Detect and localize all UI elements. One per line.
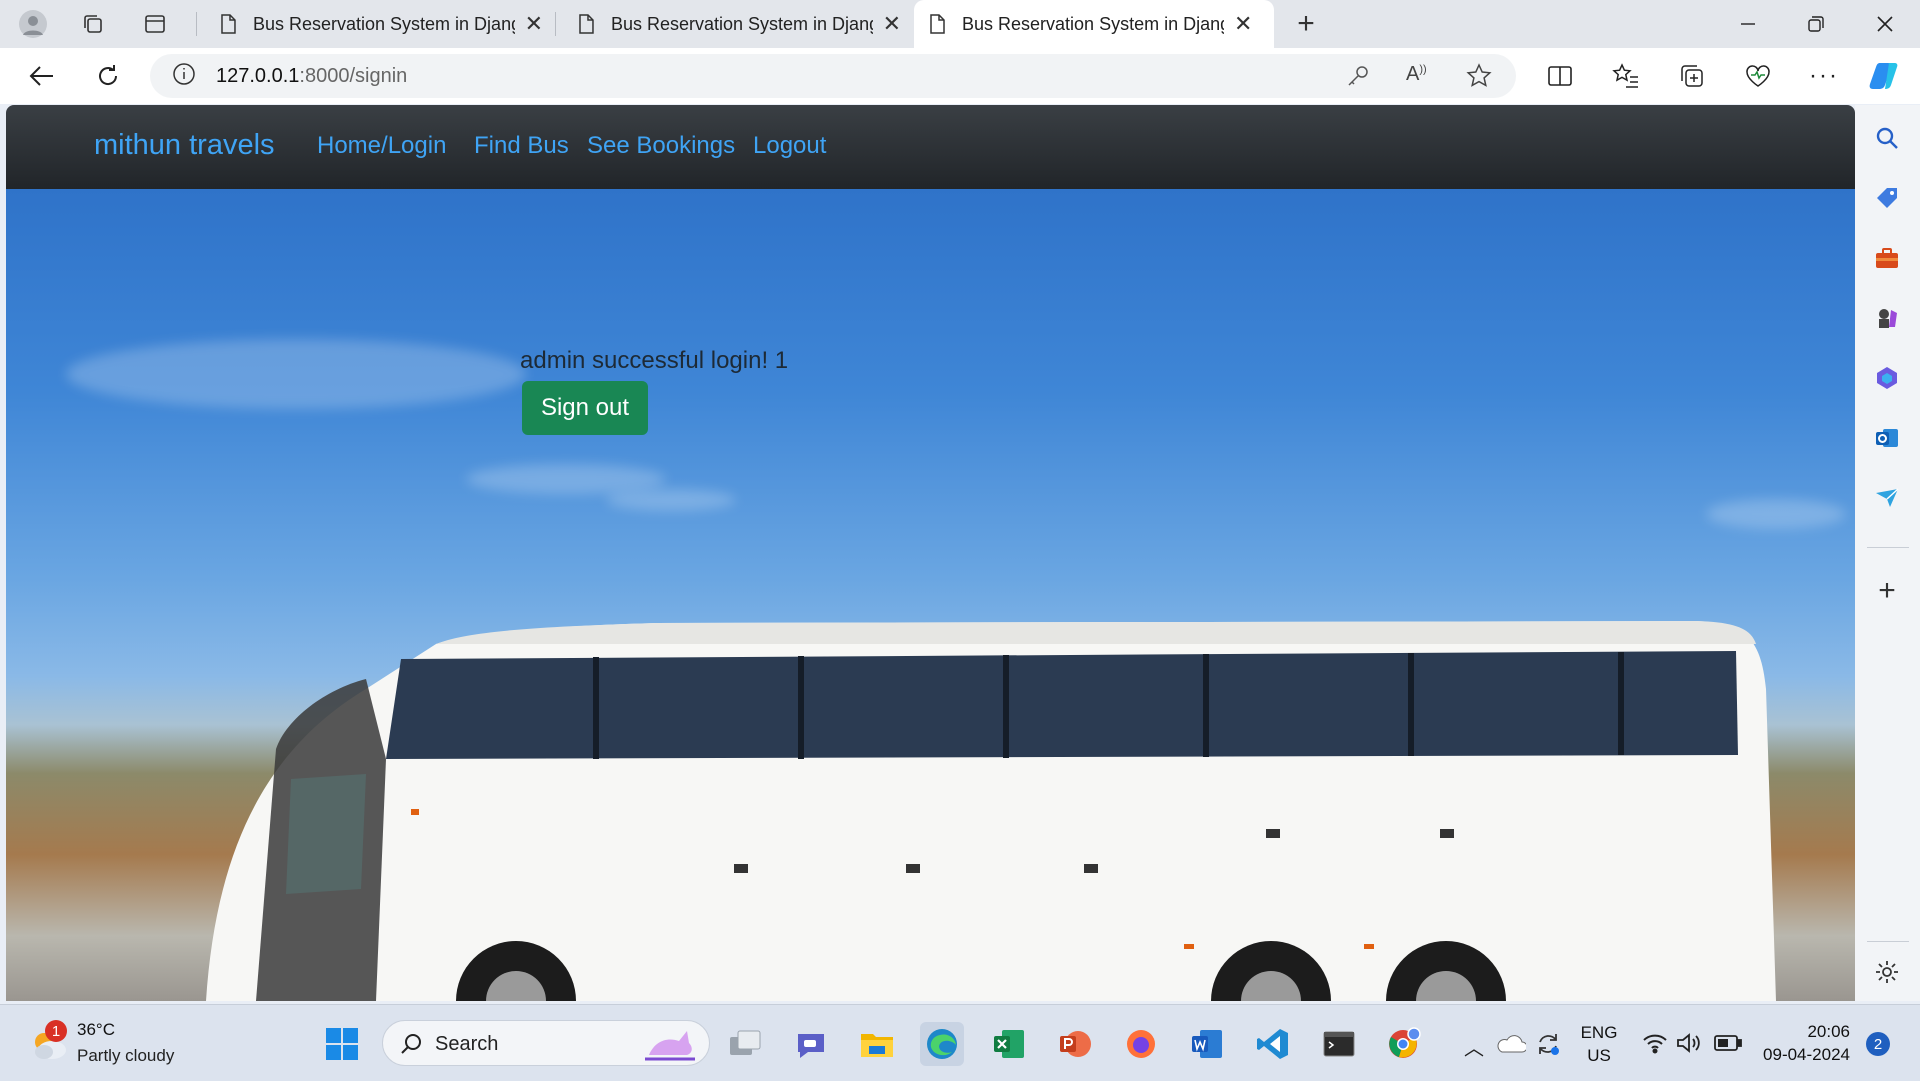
windows-start-icon[interactable]: [320, 1022, 364, 1066]
profile-avatar-icon[interactable]: [17, 8, 49, 40]
login-success-message: admin successful login! 1: [520, 347, 789, 374]
favorites-icon[interactable]: [1608, 58, 1644, 94]
password-key-icon[interactable]: [1346, 64, 1370, 93]
favorite-star-icon[interactable]: [1466, 63, 1492, 94]
battery-icon[interactable]: [1714, 1034, 1742, 1057]
weather-alert-badge: 1: [45, 1020, 67, 1042]
url-path: :8000/signin: [299, 64, 408, 87]
wifi-icon[interactable]: [1642, 1032, 1668, 1059]
terminal-icon[interactable]: [1317, 1022, 1361, 1066]
address-bar[interactable]: 127.0.0.1:8000/signin A)): [150, 54, 1516, 98]
volume-speaker-icon[interactable]: [1676, 1032, 1702, 1059]
tab-title: Bus Reservation System in Django: [610, 13, 873, 34]
browser-tab-1[interactable]: Bus Reservation System in Django ✕: [205, 0, 555, 48]
microsoft-365-icon[interactable]: [1871, 362, 1903, 394]
nav-link-see-bookings[interactable]: See Bookings: [587, 132, 735, 160]
weather-description[interactable]: Partly cloudy: [77, 1046, 174, 1066]
word-icon[interactable]: [1185, 1022, 1229, 1066]
excel-icon[interactable]: [987, 1022, 1031, 1066]
sign-out-button[interactable]: Sign out: [522, 381, 648, 435]
search-highlight-unicorn-icon: [641, 1025, 701, 1068]
split-screen-icon[interactable]: [1542, 58, 1578, 94]
language-indicator-top[interactable]: ENG: [1576, 1023, 1622, 1043]
sidebar-settings-gear-icon[interactable]: [1871, 956, 1903, 988]
file-explorer-icon[interactable]: [855, 1022, 899, 1066]
edge-browser-icon[interactable]: [920, 1022, 964, 1066]
task-view-icon[interactable]: [723, 1022, 767, 1066]
tab-title: Bus Reservation System in Django: [252, 13, 515, 34]
teams-chat-icon[interactable]: [789, 1022, 833, 1066]
browser-tab-3-active[interactable]: Bus Reservation System in Django ✕: [914, 0, 1274, 48]
games-chess-icon[interactable]: [1871, 302, 1903, 334]
sidebar-divider: [1867, 547, 1909, 548]
back-arrow-icon[interactable]: [24, 58, 60, 94]
page-icon: [579, 14, 594, 34]
show-hidden-icons-chevron-up-icon[interactable]: ︿: [1464, 1032, 1484, 1061]
refresh-icon[interactable]: [90, 58, 126, 94]
close-tab-icon[interactable]: ✕: [1234, 11, 1252, 37]
shopping-tag-icon[interactable]: [1871, 182, 1903, 214]
taskbar-search-label: Search: [435, 1033, 499, 1055]
page-icon: [221, 14, 236, 34]
send-telegram-icon[interactable]: [1871, 482, 1903, 514]
tab-title: Bus Reservation System in Django: [962, 13, 1224, 34]
vertical-tabs-icon[interactable]: [139, 8, 171, 40]
new-tab-icon[interactable]: +: [1290, 7, 1322, 40]
clock-time[interactable]: 20:06: [1750, 1022, 1850, 1042]
search-icon[interactable]: [1871, 122, 1903, 154]
nav-link-find-bus[interactable]: Find Bus: [474, 132, 569, 160]
browser-tab-strip: Bus Reservation System in Django ✕ Bus R…: [0, 0, 1920, 48]
close-tab-icon[interactable]: ✕: [525, 11, 543, 37]
onedrive-cloud-icon[interactable]: [1496, 1034, 1528, 1059]
web-page: mithun travels Home/Login Find Bus See B…: [6, 105, 1855, 1001]
edge-sidebar: +: [1855, 105, 1920, 1001]
weather-temperature[interactable]: 36°C: [77, 1020, 115, 1040]
powerpoint-icon[interactable]: [1053, 1022, 1097, 1066]
vscode-icon[interactable]: [1251, 1022, 1295, 1066]
workspaces-icon[interactable]: [77, 8, 109, 40]
restore-icon[interactable]: [1781, 0, 1851, 48]
taskbar-search-box[interactable]: Search: [382, 1020, 710, 1066]
chrome-icon[interactable]: [1383, 1022, 1427, 1066]
clock-date[interactable]: 09-04-2024: [1746, 1045, 1850, 1065]
close-window-icon[interactable]: [1850, 0, 1920, 48]
nav-link-home-login[interactable]: Home/Login: [317, 132, 446, 160]
read-aloud-icon[interactable]: A)): [1406, 63, 1427, 86]
collections-icon[interactable]: [1674, 58, 1710, 94]
search-icon: [399, 1032, 423, 1061]
site-info-icon[interactable]: [172, 62, 196, 91]
tab-separator: [196, 12, 197, 36]
navbar: mithun travels Home/Login Find Bus See B…: [6, 105, 1855, 189]
add-sidebar-app-icon[interactable]: +: [1871, 574, 1903, 607]
browser-toolbar: 127.0.0.1:8000/signin A)) ···: [0, 48, 1920, 104]
firefox-icon[interactable]: [1119, 1022, 1163, 1066]
close-tab-icon[interactable]: ✕: [883, 11, 901, 37]
navbar-brand[interactable]: mithun travels: [94, 129, 275, 162]
browser-tab-2[interactable]: Bus Reservation System in Django ✕: [563, 0, 913, 48]
notification-count-badge[interactable]: 2: [1866, 1032, 1890, 1056]
minimize-icon[interactable]: [1713, 0, 1783, 48]
outlook-icon[interactable]: [1871, 422, 1903, 454]
url-host: 127.0.0.1: [216, 64, 300, 87]
sidebar-divider: [1867, 941, 1909, 942]
hero-background-bus-image: admin successful login! 1 Sign out: [6, 189, 1855, 1001]
sync-icon[interactable]: [1534, 1030, 1562, 1063]
browser-essentials-icon[interactable]: [1740, 58, 1776, 94]
tab-separator: [555, 12, 556, 36]
language-indicator-bottom[interactable]: US: [1576, 1046, 1622, 1066]
tools-briefcase-icon[interactable]: [1871, 242, 1903, 274]
nav-link-logout[interactable]: Logout: [753, 132, 826, 160]
copilot-icon[interactable]: [1866, 58, 1902, 94]
more-options-icon[interactable]: ···: [1806, 58, 1842, 94]
page-icon: [930, 14, 945, 34]
